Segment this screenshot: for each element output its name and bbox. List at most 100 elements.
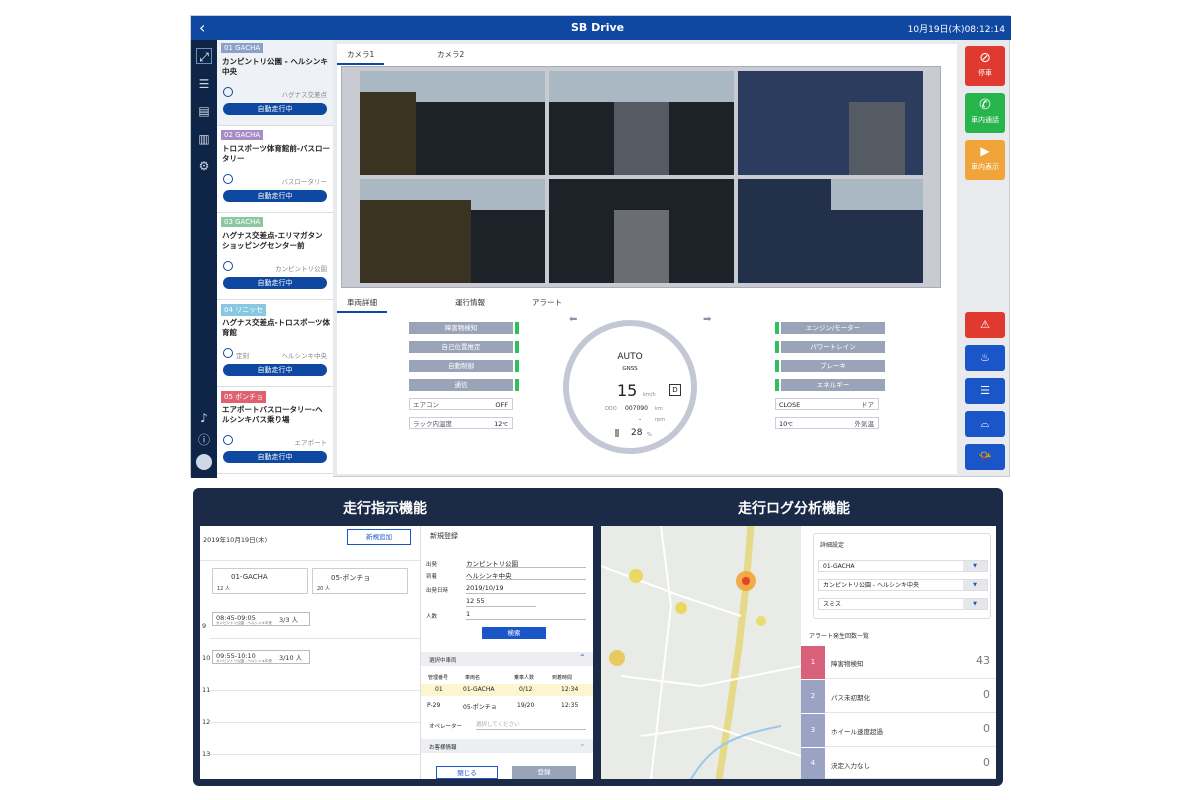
operator-select[interactable]: 選択してください [476, 720, 586, 730]
vehicle-card[interactable]: 01-GACHA 12 人 [212, 568, 308, 594]
headlight-button[interactable]: ☰ [965, 378, 1005, 404]
close-button[interactable]: 閉じる [436, 766, 498, 779]
feature-panel: 走行指示機能 走行ログ分析機能 2019年10月19日(木) 新規追加 01-G… [193, 488, 1003, 786]
pin-icon [223, 261, 233, 271]
avatar[interactable] [196, 454, 212, 470]
search-button[interactable]: 検索 [482, 627, 546, 639]
camera-feed[interactable] [549, 179, 734, 283]
vehicle-card[interactable]: 05-ポンチョ 20 人 [312, 568, 408, 594]
document-icon[interactable]: ▤ [196, 103, 212, 119]
chart-icon[interactable]: ▥ [196, 131, 212, 147]
arrival-select[interactable]: ヘルシンキ中央 [466, 570, 586, 580]
camera-feed[interactable] [738, 179, 923, 283]
display-button[interactable]: ▶ 車内表示 [965, 140, 1005, 180]
info-icon[interactable]: ⓘ [196, 432, 212, 448]
tab-alert[interactable]: アラート [522, 294, 572, 311]
vehicle-filter[interactable]: 01-GACHA ▼ [818, 560, 988, 572]
register-button[interactable]: 登録 [512, 766, 576, 779]
reg-title: 新規登録 [430, 532, 458, 540]
headlight-icon: ☰ [980, 384, 990, 397]
arrow-right-icon: ➡ [703, 314, 712, 325]
bus-item[interactable]: 05 ポンチョ エアポートバスロータリー-ヘルシンキバス乗り場 エアポート 自動… [217, 388, 333, 474]
status-comms: 通信 [409, 379, 513, 391]
aircon-value: OFF [495, 401, 508, 409]
tab-operation-info[interactable]: 運行情報 [445, 294, 495, 311]
divider [210, 690, 420, 691]
rpm-value: - [639, 416, 642, 423]
horn-button[interactable]: 📯 [965, 444, 1005, 470]
list-item[interactable]: 2 パス未初期化 0 [801, 680, 996, 713]
trip-card[interactable]: 08:45-09:05 3/3 人 カンピントリ公園 - ヘルシンキ中央 [212, 612, 310, 626]
bus-route: ハグナス交差点-エリマガタンショッピングセンター前 [222, 231, 323, 250]
brand-title: SB Drive [571, 21, 625, 34]
camera-feed[interactable] [549, 71, 734, 175]
bus-item[interactable]: 01 GACHA カンピントリ公園 - ヘルシンキ中央 ハグナス交差点 自動走行… [217, 40, 333, 126]
gear-icon[interactable]: ⚙ [196, 158, 212, 174]
divider [210, 754, 420, 755]
tab-camera1[interactable]: カメラ1 [337, 46, 385, 65]
call-button[interactable]: ✆ 車内通話 [965, 93, 1005, 133]
bus-list: 01 GACHA カンピントリ公園 - ヘルシンキ中央 ハグナス交差点 自動走行… [217, 40, 333, 478]
dropdown-icon: ▼ [963, 580, 987, 590]
odo-label: ODO [605, 406, 617, 412]
status-energy: エネルギー [781, 379, 885, 391]
camera-feed[interactable] [738, 71, 923, 175]
trip-count: 3/10 人 [279, 654, 303, 662]
people-select[interactable]: 1 [466, 610, 586, 620]
date-select[interactable]: 2019/10/19 [466, 584, 586, 594]
chevron-up-icon: ⌃ [579, 653, 586, 662]
table-row[interactable]: P-29 05-ポンチョ 19/20 12:35 [421, 700, 593, 712]
bus-item[interactable]: 02 GACHA トロスポーツ体育館前-バスロータリー バスロータリー 自動走行… [217, 127, 333, 213]
tab-vehicle-detail[interactable]: 車両詳細 [337, 294, 387, 313]
bus-destination: カンピントリ公園 [275, 265, 327, 273]
new-add-button[interactable]: 新規追加 [347, 529, 411, 545]
route-filter[interactable]: カンピントリ公園 - ヘルシンキ中央 ▼ [818, 579, 988, 591]
bell-icon[interactable]: ♪ [196, 410, 212, 426]
trip-card[interactable]: 09:55-10:10 3/10 人 カンピントリ公園 - ヘルシンキ中央 [212, 650, 310, 664]
camera-feed[interactable] [360, 71, 545, 175]
bus-item[interactable]: 03 GACHA ハグナス交差点-エリマガタンショッピングセンター前 カンピント… [217, 214, 333, 300]
left-nav: ⤢ ☰ ▤ ▥ ⚙ ♪ ⓘ [191, 40, 217, 478]
list-item[interactable]: 1 障害物検知 43 [801, 646, 996, 679]
drive-mode: AUTO [617, 352, 643, 362]
list-item[interactable]: 3 ホイール速度超過 0 [801, 714, 996, 747]
time-select[interactable]: 12 55 [466, 597, 536, 607]
dropdown-icon: ▼ [963, 561, 987, 571]
status-engine: エンジン/モーター [781, 322, 885, 334]
detail-settings-title: 詳細設定 [820, 542, 845, 549]
departure-select[interactable]: カンピントリ公園 [466, 558, 586, 568]
list-icon[interactable]: ☰ [196, 76, 212, 92]
operator-filter[interactable]: スミス ▼ [818, 598, 988, 610]
operation-app: ‹ SB Drive 10月19日(木)08:12:14 ⤢ ☰ ▤ ▥ ⚙ ♪… [190, 15, 1011, 478]
bus-route: ハグナス交差点-トロスポーツ体育館 [222, 318, 330, 337]
stop-button[interactable]: ⊘ 停車 [965, 46, 1005, 86]
tab-camera2[interactable]: カメラ2 [427, 46, 474, 63]
bus-tag: 02 GACHA [221, 130, 264, 140]
status-badge: 自動走行中 [223, 103, 327, 115]
status-badge: 自動走行中 [223, 364, 327, 376]
customer-info-header[interactable]: お客様情報 ⌄ [421, 739, 593, 753]
top-bar: ‹ SB Drive 10月19日(木)08:12:14 [191, 16, 1011, 40]
status-obstacle: 障害物検知 [409, 322, 513, 334]
defroster-button[interactable]: ♨ [965, 345, 1005, 371]
rack-temp-label: ラック内温度 [413, 420, 452, 428]
map-route-icon[interactable]: ⤢ [196, 48, 212, 64]
table-row[interactable]: 01 01-GACHA 0/12 12:34 [421, 684, 593, 696]
rack-temp-row: ラック内温度 12℃ [409, 417, 513, 429]
play-icon: ▶ [980, 144, 990, 158]
list-item[interactable]: 4 決定入力なし 0 [801, 748, 996, 779]
speed-unit: km/h [643, 392, 656, 398]
bus-route: カンピントリ公園 - ヘルシンキ中央 [222, 57, 328, 76]
status-ok-indicator [515, 360, 519, 372]
heatmap-map[interactable] [601, 526, 801, 779]
vehicle-name: 05-ポンチョ [331, 574, 371, 582]
camera-feed[interactable] [360, 179, 545, 283]
bus-item[interactable]: 04 リニッセ ハグナス交差点-トロスポーツ体育館 定刻 ヘルシンキ中央 自動走… [217, 301, 333, 387]
wiper-button[interactable]: ⌓ [965, 411, 1005, 437]
status-ok-indicator [515, 322, 519, 334]
pin-icon [223, 435, 233, 445]
hazard-button[interactable]: ⚠ [965, 312, 1005, 338]
selected-vehicle-header[interactable]: 選択中車両 ⌃ [421, 652, 593, 666]
bus-destination: ヘルシンキ中央 [281, 352, 328, 360]
back-icon[interactable]: ‹ [199, 18, 205, 37]
